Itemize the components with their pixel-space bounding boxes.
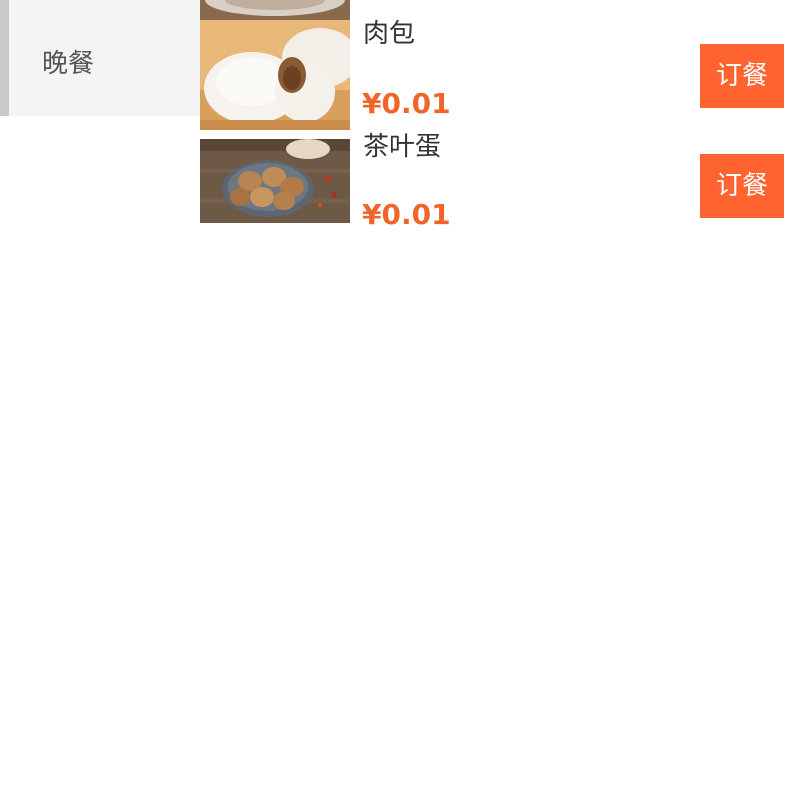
item-name: 茶叶蛋 [363, 132, 442, 162]
order-button[interactable]: 订餐 [700, 44, 784, 108]
item-price: ¥0.01 [362, 198, 451, 231]
sidebar-item-dinner[interactable]: 晚餐 [0, 0, 200, 116]
steamed-bun-image [200, 20, 350, 130]
menu-item: 肉包 ¥0.01 订餐 [200, 19, 800, 130]
item-name: 肉包 [363, 19, 416, 49]
menu-screen: 晚餐 肉包 ¥0.01 订餐 茶叶蛋 ¥0.01 订餐 [0, 0, 800, 800]
sidebar-item-label: 晚餐 [42, 49, 95, 79]
item-price: ¥0.01 [362, 87, 451, 120]
category-sidebar: 晚餐 [0, 0, 200, 116]
order-button[interactable]: 订餐 [700, 154, 784, 218]
tea-egg-image [200, 139, 350, 223]
menu-item: 茶叶蛋 ¥0.01 订餐 [200, 132, 800, 231]
previous-item-image [200, 0, 350, 20]
selected-indicator [0, 0, 9, 116]
